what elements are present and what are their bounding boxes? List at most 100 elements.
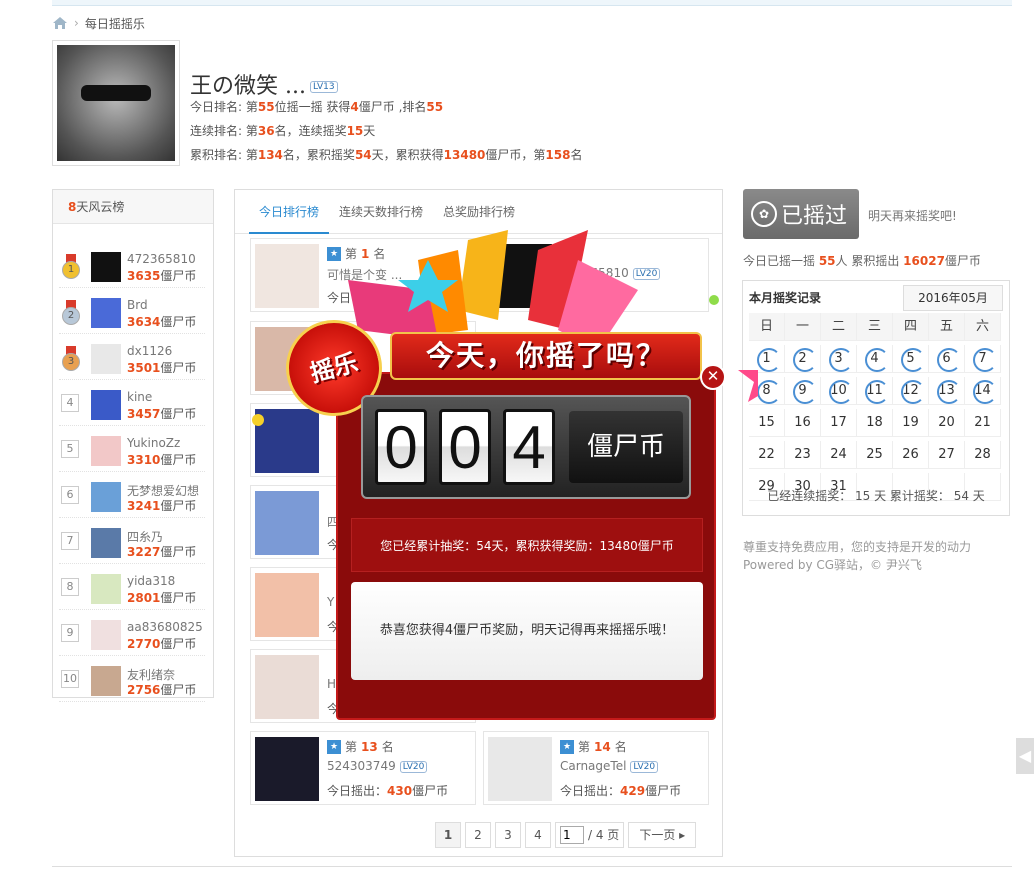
popup-total-message: 您已经累计抽奖：54天，累积获得奖励：13480僵尸币 [351,518,703,572]
calendar-day: 7 [965,345,1001,373]
calendar-month-select[interactable]: 2016年05月 [903,285,1003,311]
rank-number: 7 [61,532,79,550]
total-rank-line: 累积排名: 第134名，累积摇奖54天，累积获得13480僵尸币，第158名 [190,148,583,162]
leaderboard-score: 3634僵尸币 [127,315,197,329]
rank-number: 8 [61,578,79,596]
close-button[interactable]: ✕ [700,364,726,390]
leaderboard-avatar [91,252,121,282]
calendar-day: 4 [857,345,893,373]
leaderboard-row[interactable]: 10 友利绪奈 2756僵尸币 [59,658,205,702]
card-avatar [488,737,552,801]
leaderboard-row[interactable]: 1 472365810 3635僵尸币 [59,244,205,288]
calendar-weekday: 六 [965,313,1001,341]
leaderboard-row[interactable]: 4 kine 3457僵尸币 [59,382,205,426]
leaderboard-name: YukinoZz [127,436,181,450]
monthly-calendar: 本月摇奖记录 2016年05月 日一二三四五六 1 2 3 4 5 6 7 8 9 10 11 12 13… [742,280,1010,516]
calendar-weekday: 二 [821,313,857,341]
side-tab[interactable]: ◀ [1016,738,1034,774]
page-input[interactable] [560,826,584,844]
leaderboard-avatar [91,298,121,328]
calendar-day: 14 [965,377,1001,405]
breadcrumb-current: 每日摇摇乐 [84,16,145,31]
rank-card[interactable]: ★ 第 13 名 524303749 LV20 今日摇出：430僵尸币 [250,731,476,805]
page-4-button[interactable]: 4 [525,822,551,848]
leaderboard-score: 3501僵尸币 [127,361,197,375]
level-badge: LV20 [399,760,428,773]
next-page-button[interactable]: 下一页 ▸ [628,822,697,848]
support-text: 尊重支持免费应用，您的支持是开发的动力 Powered by CG驿站，© 尹兴… [743,540,972,572]
rank-number: 5 [61,440,79,458]
leaderboard-name: Brd [127,298,148,312]
level-badge: LV20 [630,760,659,773]
chevron-right-icon: › [74,16,79,30]
leaderboard-score: 3310僵尸币 [127,453,197,467]
calendar-day: 16 [785,409,821,437]
top-bar [52,0,1012,6]
counter-unit: 僵尸币 [569,411,683,483]
level-badge: LV13 [309,81,338,93]
close-icon: ✕ [706,367,720,385]
today-rank-line: 今日排名: 第55位摇一摇 获得4僵尸币 ,排名55 [190,100,444,114]
leaderboard-name: dx1126 [127,344,173,358]
leaderboard-row[interactable]: 6 无梦想爱幻想 3241僵尸币 [59,474,205,518]
leaderboard-row[interactable]: 5 YukinoZz 3310僵尸币 [59,428,205,472]
leaderboard-score: 2770僵尸币 [127,637,197,651]
leaderboard-title: 8天风云榜 [53,190,213,224]
page-1-button[interactable]: 1 [435,822,461,848]
calendar-footer: 已经连续摇奖： 15 天 累计摇奖： 54 天 [767,489,985,503]
calendar-day: 20 [929,409,965,437]
leaderboard-avatar [91,574,121,604]
calendar-day: 12 [893,377,929,405]
leaderboard-avatar [91,390,121,420]
calendar-title: 本月摇奖记录 [749,291,822,305]
counter-digit: 0 [439,409,491,485]
card-avatar [255,491,319,555]
leaderboard-score: 2801僵尸币 [127,591,197,605]
popup-headline: 今天，你摇了吗？ [390,332,702,380]
leaderboard-avatar [91,436,121,466]
calendar-day: 25 [857,441,893,469]
leaderboard-score: 3457僵尸币 [127,407,197,421]
calendar-day: 13 [929,377,965,405]
leaderboard-row[interactable]: 3 dx1126 3501僵尸币 [59,336,205,380]
footer-divider [52,866,1012,867]
leaderboard-row[interactable]: 2 Brd 3634僵尸币 [59,290,205,334]
calendar-day: 2 [785,345,821,373]
leaderboard-row[interactable]: 7 四糸乃 3227僵尸币 [59,520,205,564]
breadcrumb: › 每日摇摇乐 [52,14,145,32]
leaderboard-avatar [91,482,121,512]
calendar-day: 3 [821,345,857,373]
page-jump: / 4 页 [555,822,625,848]
shaken-button[interactable]: ✿ 已摇过 [743,189,859,239]
calendar-day: 18 [857,409,893,437]
leaderboard-avatar [91,666,121,696]
calendar-day: 5 [893,345,929,373]
calendar-weekday: 五 [929,313,965,341]
leaderboard-score: 3227僵尸币 [127,545,197,559]
leaderboard-score: 2756僵尸币 [127,683,197,697]
calendar-weekday: 三 [857,313,893,341]
leaderboard-name: kine [127,390,153,404]
page-2-button[interactable]: 2 [465,822,491,848]
calendar-day: 9 [785,377,821,405]
calendar-day: 26 [893,441,929,469]
leaderboard-row[interactable]: 8 yida318 2801僵尸币 [59,566,205,610]
calendar-weekday: 一 [785,313,821,341]
tomorrow-hint: 明天再来摇奖吧! [868,209,957,223]
rank-number: 10 [61,670,79,688]
medal-icon: 1 [61,254,81,279]
calendar-weekday: 四 [893,313,929,341]
calendar-day: 10 [821,377,857,405]
leaderboard-avatar [91,620,121,650]
rank-card[interactable]: ★ 第 14 名 CarnageTel LV20 今日摇出：429僵尸币 [483,731,709,805]
card-avatar [255,573,319,637]
home-icon[interactable] [52,16,68,30]
leaderboard-row[interactable]: 9 aa83680825 2770僵尸币 [59,612,205,656]
card-avatar [255,655,319,719]
page-3-button[interactable]: 3 [495,822,521,848]
calendar-day: 24 [821,441,857,469]
counter-digit: 4 [503,409,555,485]
caret-right-icon: ▸ [679,828,686,842]
profile-username: 王の微笑 ... LV13 [190,68,338,100]
rank-number: 4 [61,394,79,412]
